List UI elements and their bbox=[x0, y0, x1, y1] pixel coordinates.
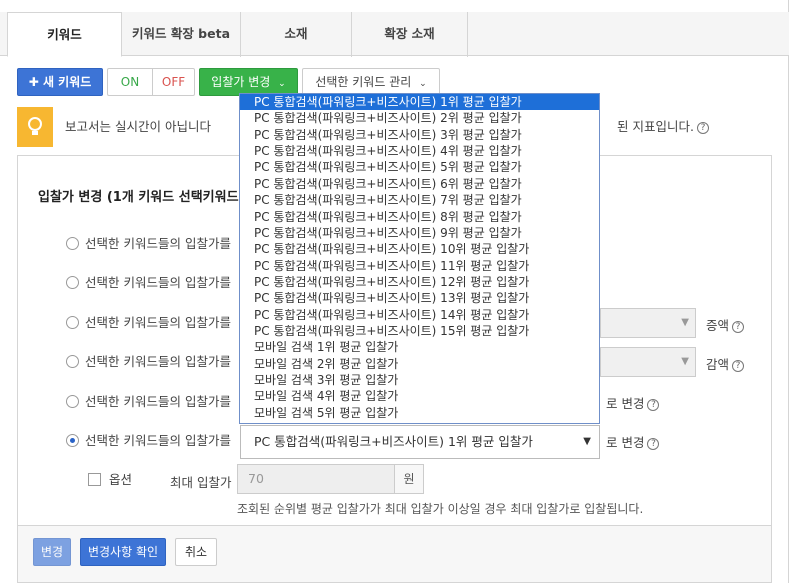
confirm-changes-button[interactable]: 변경사항 확인 bbox=[80, 538, 166, 566]
dropdown-option[interactable]: 모바일 검색 5위 평균 입찰가 bbox=[240, 405, 599, 421]
bid-option-row-3[interactable]: 선택한 키워드들의 입찰가를 bbox=[66, 313, 231, 333]
help-icon[interactable]: ? bbox=[696, 121, 709, 134]
decrease-label: 감액 bbox=[706, 357, 730, 372]
lightbulb-icon bbox=[17, 107, 53, 147]
cancel-button[interactable]: 취소 bbox=[175, 538, 217, 566]
option-label: 옵션 bbox=[109, 472, 133, 487]
info-tail-label: 된 지표입니다. bbox=[617, 119, 694, 134]
row-label: 선택한 키워드들의 입찰가를 bbox=[85, 275, 231, 290]
dropdown-option[interactable]: PC 통합검색(파워링크+비즈사이트) 8위 평균 입찰가 bbox=[240, 209, 599, 225]
bid-option-row-5[interactable]: 선택한 키워드들의 입찰가를 bbox=[66, 392, 231, 412]
tab-keyword-expansion[interactable]: 키워드 확장 beta bbox=[122, 12, 241, 57]
max-bid-input[interactable]: 70 bbox=[237, 464, 395, 494]
dropdown-option[interactable]: 모바일 검색 4위 평균 입찰가 bbox=[240, 388, 599, 404]
increase-label: 증액 bbox=[706, 318, 730, 333]
dropdown-option[interactable]: PC 통합검색(파워링크+비즈사이트) 11위 평균 입찰가 bbox=[240, 258, 599, 274]
new-keyword-label: 새 키워드 bbox=[42, 75, 92, 89]
increase-suffix: 증액? bbox=[706, 315, 745, 334]
bid-option-row-2[interactable]: 선택한 키워드들의 입찰가를 bbox=[66, 273, 231, 293]
chevron-down-icon: ⌄ bbox=[419, 79, 427, 89]
row-label: 선택한 키워드들의 입찰가를 bbox=[85, 354, 231, 369]
manage-selected-label: 선택한 키워드 관리 bbox=[315, 75, 412, 89]
bid-option-row-1[interactable]: 선택한 키워드들의 입찰가를 bbox=[66, 234, 231, 254]
info-text: 보고서는 실시간이 아닙니다 bbox=[65, 119, 211, 134]
dropdown-option[interactable]: 모바일 검색 3위 평균 입찰가 bbox=[240, 372, 599, 388]
off-button[interactable]: OFF bbox=[152, 68, 195, 96]
option-checkbox[interactable] bbox=[88, 473, 101, 486]
manage-selected-keywords-button[interactable]: 선택한 키워드 관리 ⌄ bbox=[302, 68, 440, 96]
dropdown-option[interactable]: PC 통합검색(파워링크+비즈사이트) 6위 평균 입찰가 bbox=[240, 176, 599, 192]
row-label: 선택한 키워드들의 입찰가를 bbox=[85, 394, 231, 409]
option-checkbox-row[interactable]: 옵션 bbox=[88, 470, 132, 490]
new-keyword-button[interactable]: ✚ 새 키워드 bbox=[17, 68, 103, 96]
help-icon[interactable]: ? bbox=[732, 359, 745, 372]
max-bid-label: 최대 입찰가 bbox=[170, 475, 232, 490]
change-label: 로 변경 bbox=[606, 435, 645, 450]
tab-extension-creative[interactable]: 확장 소재 bbox=[352, 12, 468, 57]
currency-unit: 원 bbox=[394, 464, 424, 494]
dropdown-option[interactable]: PC 통합검색(파워링크+비즈사이트) 13위 평균 입찰가 bbox=[240, 290, 599, 306]
change-suffix: 로 변경? bbox=[606, 393, 660, 412]
help-icon[interactable]: ? bbox=[647, 398, 660, 411]
plus-icon: ✚ bbox=[28, 75, 39, 89]
change-suffix-active: 로 변경? bbox=[606, 432, 660, 451]
decrease-suffix: 감액? bbox=[706, 354, 745, 373]
caret-down-icon: ▼ bbox=[681, 317, 689, 328]
radio-button[interactable] bbox=[66, 395, 79, 408]
dropdown-option[interactable]: PC 통합검색(파워링크+비즈사이트) 14위 평균 입찰가 bbox=[240, 307, 599, 323]
increase-unit-select[interactable]: ▼ bbox=[600, 308, 696, 338]
decrease-unit-select[interactable]: ▼ bbox=[600, 347, 696, 377]
help-icon[interactable]: ? bbox=[732, 320, 745, 333]
row-label: 선택한 키워드들의 입찰가를 bbox=[85, 315, 231, 330]
bid-option-row-6[interactable]: 선택한 키워드들의 입찰가를 bbox=[66, 431, 231, 451]
radio-button[interactable] bbox=[66, 316, 79, 329]
rank-bid-select[interactable]: PC 통합검색(파워링크+비즈사이트) 1위 평균 입찰가 ▼ bbox=[240, 425, 600, 459]
dropdown-option[interactable]: PC 통합검색(파워링크+비즈사이트) 3위 평균 입찰가 bbox=[240, 127, 599, 143]
dropdown-option[interactable]: PC 통합검색(파워링크+비즈사이트) 2위 평균 입찰가 bbox=[240, 110, 599, 126]
dropdown-option[interactable]: PC 통합검색(파워링크+비즈사이트) 7위 평균 입찰가 bbox=[240, 192, 599, 208]
tab-creative[interactable]: 소재 bbox=[241, 12, 352, 57]
max-bid-note: 조회된 순위별 평균 입찰가가 최대 입찰가 이상일 경우 최대 입찰가로 입찰… bbox=[237, 502, 644, 516]
change-button[interactable]: 변경 bbox=[33, 538, 71, 566]
change-label: 로 변경 bbox=[606, 396, 645, 411]
panel-footer: 변경 변경사항 확인 취소 bbox=[17, 526, 772, 583]
bid-option-row-4[interactable]: 선택한 키워드들의 입찰가를 bbox=[66, 352, 231, 372]
dropdown-option[interactable]: PC 통합검색(파워링크+비즈사이트) 9위 평균 입찰가 bbox=[240, 225, 599, 241]
dropdown-option[interactable]: PC 통합검색(파워링크+비즈사이트) 12위 평균 입찰가 bbox=[240, 274, 599, 290]
dropdown-option[interactable]: PC 통합검색(파워링크+비즈사이트) 1위 평균 입찰가 bbox=[240, 94, 599, 111]
panel-title: 입찰가 변경 (1개 키워드 선택키워드 bbox=[38, 190, 239, 205]
dropdown-option[interactable]: PC 통합검색(파워링크+비즈사이트) 10위 평균 입찰가 bbox=[240, 241, 599, 257]
row-label: 선택한 키워드들의 입찰가를 bbox=[85, 433, 231, 448]
on-button[interactable]: ON bbox=[107, 68, 152, 96]
dropdown-option[interactable]: 모바일 검색 1위 평균 입찰가 bbox=[240, 339, 599, 355]
info-text-tail: 된 지표입니다.? bbox=[617, 107, 709, 147]
radio-button[interactable] bbox=[66, 237, 79, 250]
radio-button[interactable] bbox=[66, 355, 79, 368]
radio-button[interactable] bbox=[66, 276, 79, 289]
bid-change-button[interactable]: 입찰가 변경 ⌄ bbox=[199, 68, 298, 96]
help-icon[interactable]: ? bbox=[647, 437, 660, 450]
bid-change-label: 입찰가 변경 bbox=[211, 75, 271, 89]
radio-button-checked[interactable] bbox=[66, 434, 79, 447]
dropdown-option[interactable]: PC 통합검색(파워링크+비즈사이트) 4위 평균 입찰가 bbox=[240, 143, 599, 159]
dropdown-option[interactable]: PC 통합검색(파워링크+비즈사이트) 15위 평균 입찰가 bbox=[240, 323, 599, 339]
dropdown-option[interactable]: PC 통합검색(파워링크+비즈사이트) 5위 평균 입찰가 bbox=[240, 159, 599, 175]
rank-bid-select-value: PC 통합검색(파워링크+비즈사이트) 1위 평균 입찰가 bbox=[254, 434, 533, 449]
caret-down-icon: ▼ bbox=[583, 436, 591, 447]
chevron-down-icon: ⌄ bbox=[278, 79, 286, 89]
dropdown-option[interactable]: 모바일 검색 2위 평균 입찰가 bbox=[240, 356, 599, 372]
row-label: 선택한 키워드들의 입찰가를 bbox=[85, 236, 231, 251]
tab-keyword[interactable]: 키워드 bbox=[7, 12, 122, 57]
tab-bar: 키워드 키워드 확장 beta 소재 확장 소재 bbox=[0, 12, 789, 57]
rank-bid-dropdown-list[interactable]: PC 통합검색(파워링크+비즈사이트) 1위 평균 입찰가 PC 통합검색(파워… bbox=[239, 93, 600, 424]
caret-down-icon: ▼ bbox=[681, 356, 689, 367]
